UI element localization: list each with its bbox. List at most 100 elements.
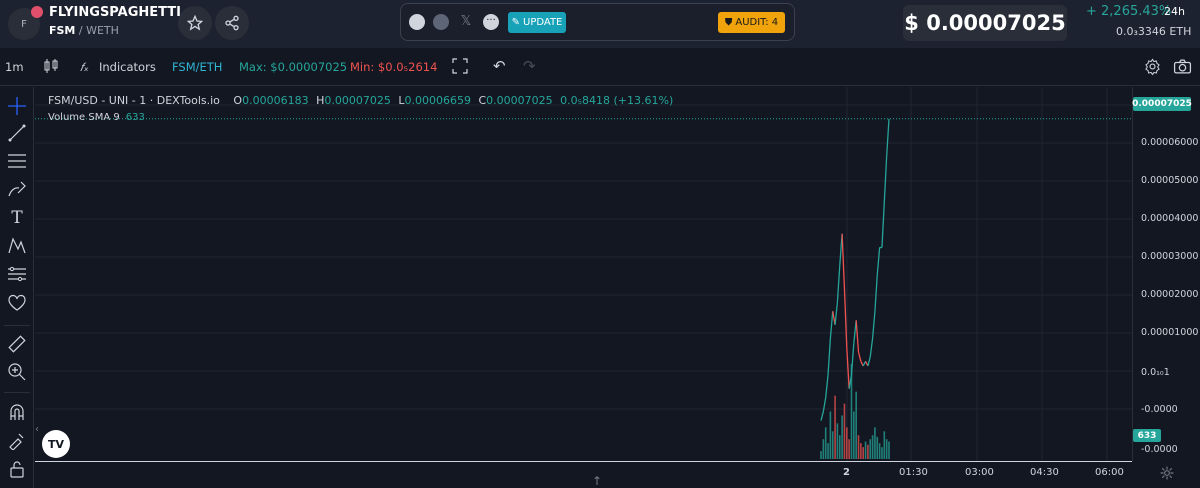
min-price: Min: $0.0₅2614: [350, 60, 438, 74]
price-axis[interactable]: 0.00006000 0.00005000 0.00004000 0.00003…: [1132, 87, 1200, 461]
max-price: Max: $0.00007025: [239, 60, 348, 74]
x-tick-label: 04:30: [1030, 467, 1059, 478]
star-icon: [187, 15, 203, 31]
prediction-icon[interactable]: [7, 264, 27, 284]
x-twitter-icon[interactable]: 𝕏: [458, 14, 474, 30]
fullscreen-icon[interactable]: [452, 58, 468, 77]
chain-badge-icon: [31, 6, 43, 18]
x-tick-label: 06:00: [1095, 467, 1124, 478]
lock-icon[interactable]: [7, 459, 27, 479]
pair-base: FSM: [49, 24, 76, 37]
volume-bar: [827, 443, 829, 459]
volume-legend-label: Volume SMA 9: [48, 112, 120, 123]
axis-settings-icon[interactable]: [1160, 465, 1174, 484]
indicators-fx-icon[interactable]: 𝑓ₓ: [80, 60, 89, 75]
last-price-tag: 0.00007025: [1132, 97, 1192, 111]
y-tick-label: 0.00005000: [1141, 175, 1199, 186]
volume-bar: [848, 439, 850, 459]
interval-button[interactable]: 1m: [5, 60, 24, 74]
volume-bar: [869, 439, 872, 459]
indicators-button[interactable]: Indicators: [99, 60, 156, 74]
text-tool-icon[interactable]: T: [7, 208, 27, 228]
price-line-segment: [820, 411, 824, 421]
pair-quote: / WETH: [78, 24, 119, 37]
price-line-segment: [886, 118, 890, 157]
volume-legend: Volume SMA 9 633: [48, 112, 145, 123]
price-line-segment: [825, 374, 829, 398]
x-tick-label: 01:30: [899, 467, 928, 478]
volume-legend-value: 633: [125, 112, 145, 123]
volume-bar: [857, 435, 860, 459]
volume-bar: [829, 411, 832, 459]
heart-icon[interactable]: [7, 293, 27, 313]
price-line-segment: [836, 265, 841, 303]
pattern-icon[interactable]: [7, 236, 27, 256]
volume-bar: [824, 427, 827, 459]
price-line-segment: [881, 201, 885, 248]
legend-open: 0.00006183: [242, 94, 309, 107]
volume-bar: [883, 431, 886, 459]
update-label: UPDATE: [523, 17, 563, 28]
legend-close-key: C: [478, 94, 487, 107]
price-line-segment: [834, 302, 839, 325]
y-tick-label: 0.0₁₀1: [1141, 367, 1170, 378]
brush-icon[interactable]: [7, 179, 27, 199]
volume-bar: [820, 451, 822, 459]
y-tick-label: 0.00004000: [1141, 213, 1199, 224]
x-tick-label: 03:00: [965, 467, 994, 478]
share-button[interactable]: [215, 6, 249, 40]
volume-bar: [841, 415, 843, 459]
volume-bar: [876, 436, 879, 459]
top-bar: F FLYINGSPAGHETTI... FSM / WETH 𝕏 ··· ✎ U…: [0, 0, 1200, 48]
token-pair: FSM / WETH: [49, 24, 119, 37]
chart-toolbar: 1m 𝑓ₓ Indicators FSM/ETH Max: $0.0000702…: [0, 50, 1200, 86]
volume-bar: [885, 439, 888, 459]
y-tick-label: 0.00002000: [1141, 289, 1199, 300]
update-button[interactable]: ✎ UPDATE: [508, 12, 566, 33]
legend-close: 0.00007025: [486, 94, 553, 107]
ruler-icon[interactable]: [7, 334, 27, 354]
lock-drawing-icon[interactable]: [7, 430, 27, 450]
volume-bar: [831, 431, 834, 459]
volume-bar: [843, 403, 846, 459]
crosshair-icon[interactable]: [7, 96, 27, 116]
shield-icon: ⛊: [724, 17, 733, 28]
redo-icon[interactable]: ↷: [523, 57, 536, 75]
undo-icon[interactable]: ↶: [493, 57, 506, 75]
expand-up-icon[interactable]: ↑: [592, 474, 602, 488]
settings-icon[interactable]: [1144, 58, 1161, 78]
zoom-in-icon[interactable]: [7, 362, 27, 382]
y-tick-label: 0.00006000: [1141, 137, 1199, 148]
dextools-chart-icon[interactable]: [409, 14, 425, 30]
trend-line-icon[interactable]: [7, 123, 27, 143]
collapse-toolbar-icon[interactable]: ‹: [35, 424, 39, 435]
price-line-segment: [829, 311, 834, 339]
more-icon[interactable]: ···: [483, 14, 499, 30]
volume-bar: [867, 444, 869, 459]
price-change-percent: + 2,265.43%: [1086, 4, 1172, 19]
horizontal-lines-icon[interactable]: [7, 151, 27, 171]
tradingview-logo[interactable]: TV: [42, 430, 70, 458]
legend-high: 0.00007025: [324, 94, 391, 107]
legend-open-key: O: [233, 94, 243, 107]
legend-change: 0.0₅8418 (+13.61%): [560, 94, 674, 107]
camera-icon[interactable]: [1173, 58, 1192, 78]
volume-bar: [845, 427, 848, 459]
volume-bar: [836, 423, 839, 459]
ohlc-legend: FSM/USD - UNI - 1 · DEXTools.io O0.00006…: [48, 94, 673, 107]
candle-style-icon[interactable]: [44, 58, 58, 77]
magnet-icon[interactable]: [7, 402, 27, 422]
audit-button[interactable]: ⛊ AUDIT: 4: [718, 12, 785, 33]
token-links-box: 𝕏 ··· ✎ UPDATE ⛊ AUDIT: 4: [400, 3, 795, 41]
current-price: $ 0.00007025: [903, 5, 1067, 41]
favorite-button[interactable]: [178, 6, 212, 40]
volume-bar: [888, 441, 890, 459]
pair-toggle[interactable]: FSM/ETH: [172, 60, 222, 74]
token-logo-letter: F: [21, 18, 27, 30]
token-name: FLYINGSPAGHETTI...: [49, 5, 196, 20]
globe-icon[interactable]: [433, 14, 449, 30]
time-axis[interactable]: 2 01:30 03:00 04:30 06:00: [35, 461, 1132, 488]
x-tick-label: 2: [843, 467, 850, 478]
price-chart[interactable]: [35, 87, 1132, 461]
price-line-segment: [867, 356, 871, 367]
